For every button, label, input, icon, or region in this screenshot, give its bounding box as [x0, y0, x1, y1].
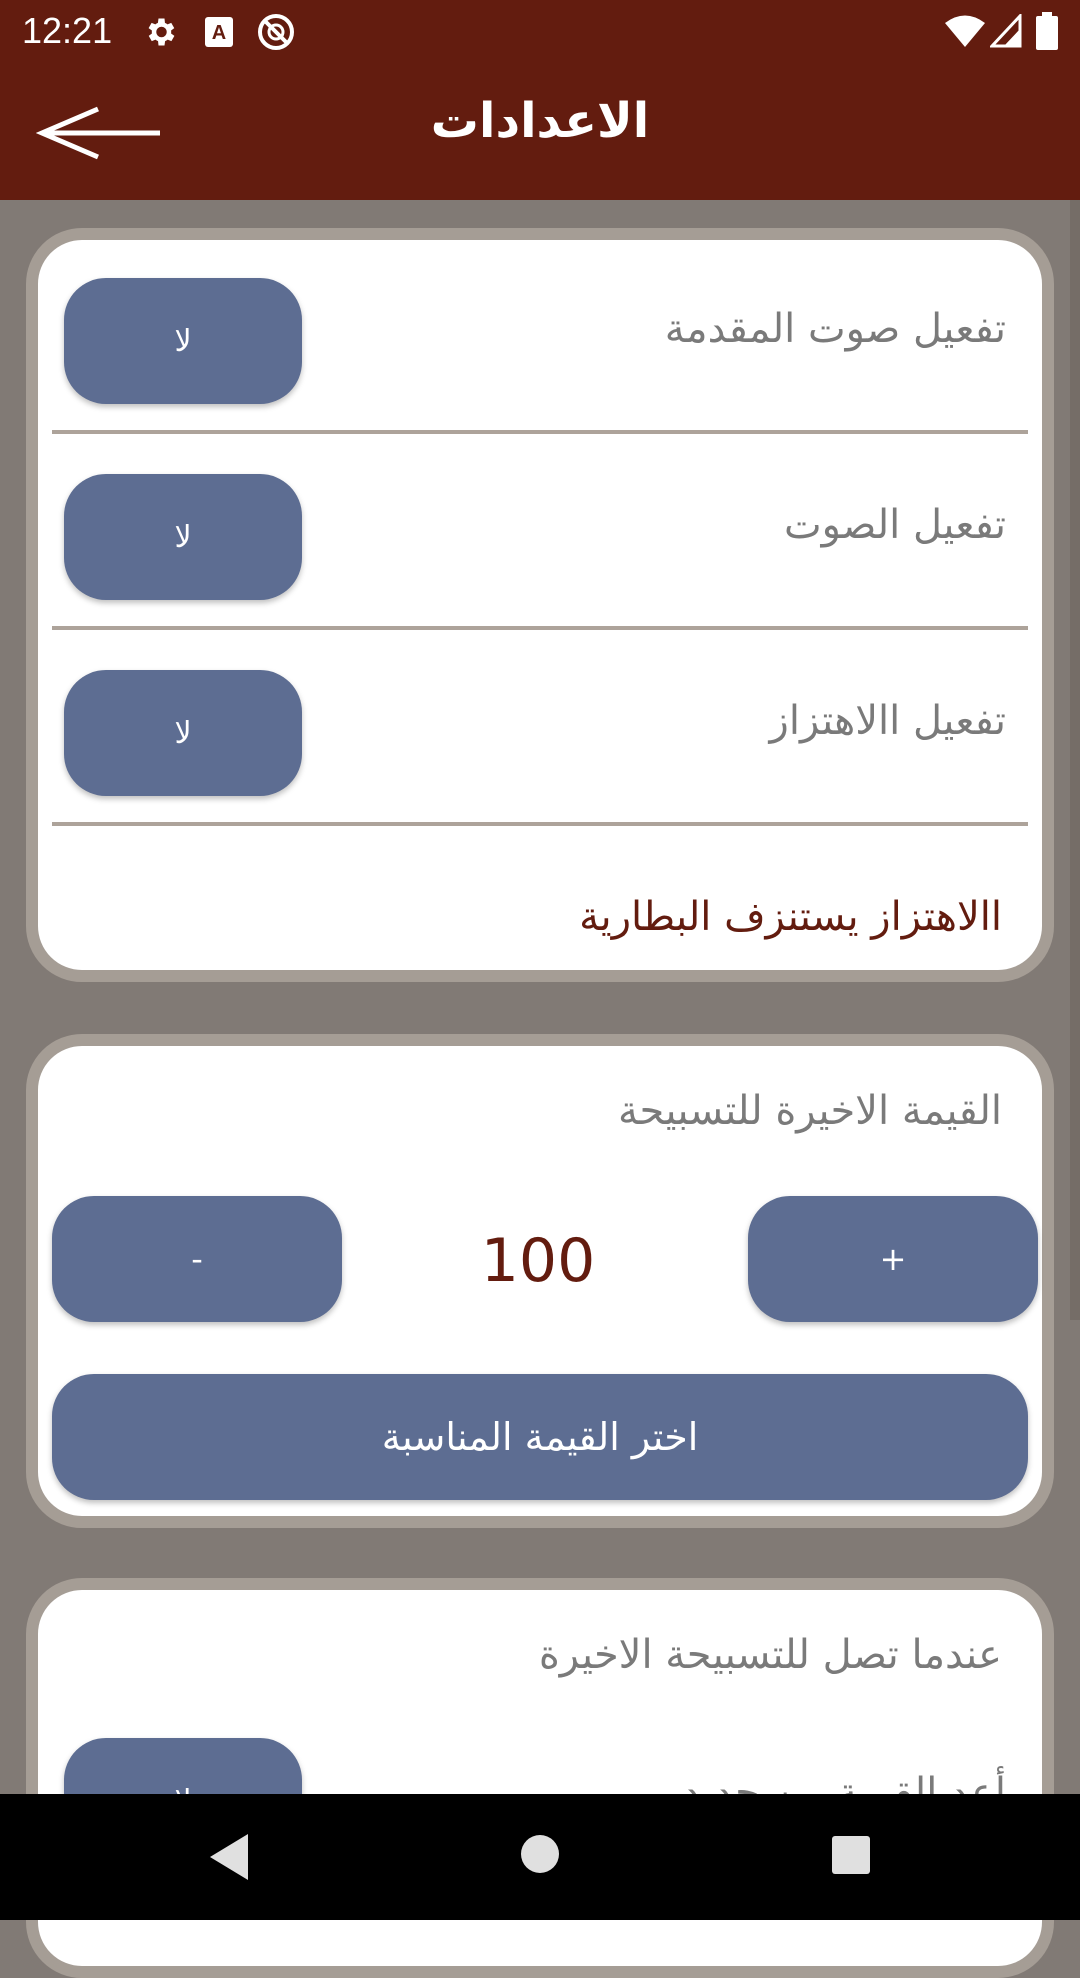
wifi-icon	[945, 15, 985, 47]
sound-toggle[interactable]: لا	[64, 474, 302, 600]
intro-sound-toggle[interactable]: لا	[64, 278, 302, 404]
a-notification-icon: A	[205, 17, 233, 47]
vibration-label: تفعيل االاهتزاز	[769, 698, 1006, 744]
end-action-title: عندما تصل للتسبيحة الاخيرة	[538, 1632, 1002, 1678]
intro-sound-label: تفعيل صوت المقدمة	[664, 306, 1006, 352]
last-value-card: القيمة الاخيرة للتسبيحة + 100 - اختر الق…	[26, 1034, 1054, 1528]
last-value-title: القيمة الاخيرة للتسبيحة	[618, 1088, 1002, 1134]
signal-icon	[990, 14, 1022, 48]
navigation-bar	[0, 1794, 1080, 1920]
page-title: الاعدادات	[430, 93, 650, 149]
divider	[52, 430, 1028, 434]
vibration-warning: االاهتزاز يستنزف البطارية	[579, 894, 1002, 940]
recents-square-icon[interactable]	[830, 1834, 872, 1876]
status-bar: 12:21 A	[0, 0, 1080, 63]
count-value: 100	[480, 1226, 596, 1296]
back-triangle-icon[interactable]	[204, 1830, 254, 1884]
increment-button[interactable]: +	[748, 1196, 1038, 1322]
battery-icon	[1036, 12, 1058, 50]
choose-value-button[interactable]: اختر القيمة المناسبة	[52, 1374, 1028, 1500]
vibration-toggle[interactable]: لا	[64, 670, 302, 796]
app-bar: الاعدادات	[0, 63, 1080, 200]
status-time: 12:21	[22, 10, 113, 51]
divider	[52, 626, 1028, 630]
home-circle-icon[interactable]	[518, 1832, 562, 1876]
settings-icon	[148, 18, 175, 46]
divider	[52, 822, 1028, 826]
decrement-button[interactable]: -	[52, 1196, 342, 1322]
no-sync-icon	[258, 14, 294, 50]
sound-settings-card: تفعيل صوت المقدمة لا تفعيل الصوت لا تفعي…	[26, 228, 1054, 982]
svg-text:A: A	[212, 22, 226, 44]
sound-label: تفعيل الصوت	[783, 502, 1006, 548]
scrollbar[interactable]	[1070, 200, 1080, 1320]
